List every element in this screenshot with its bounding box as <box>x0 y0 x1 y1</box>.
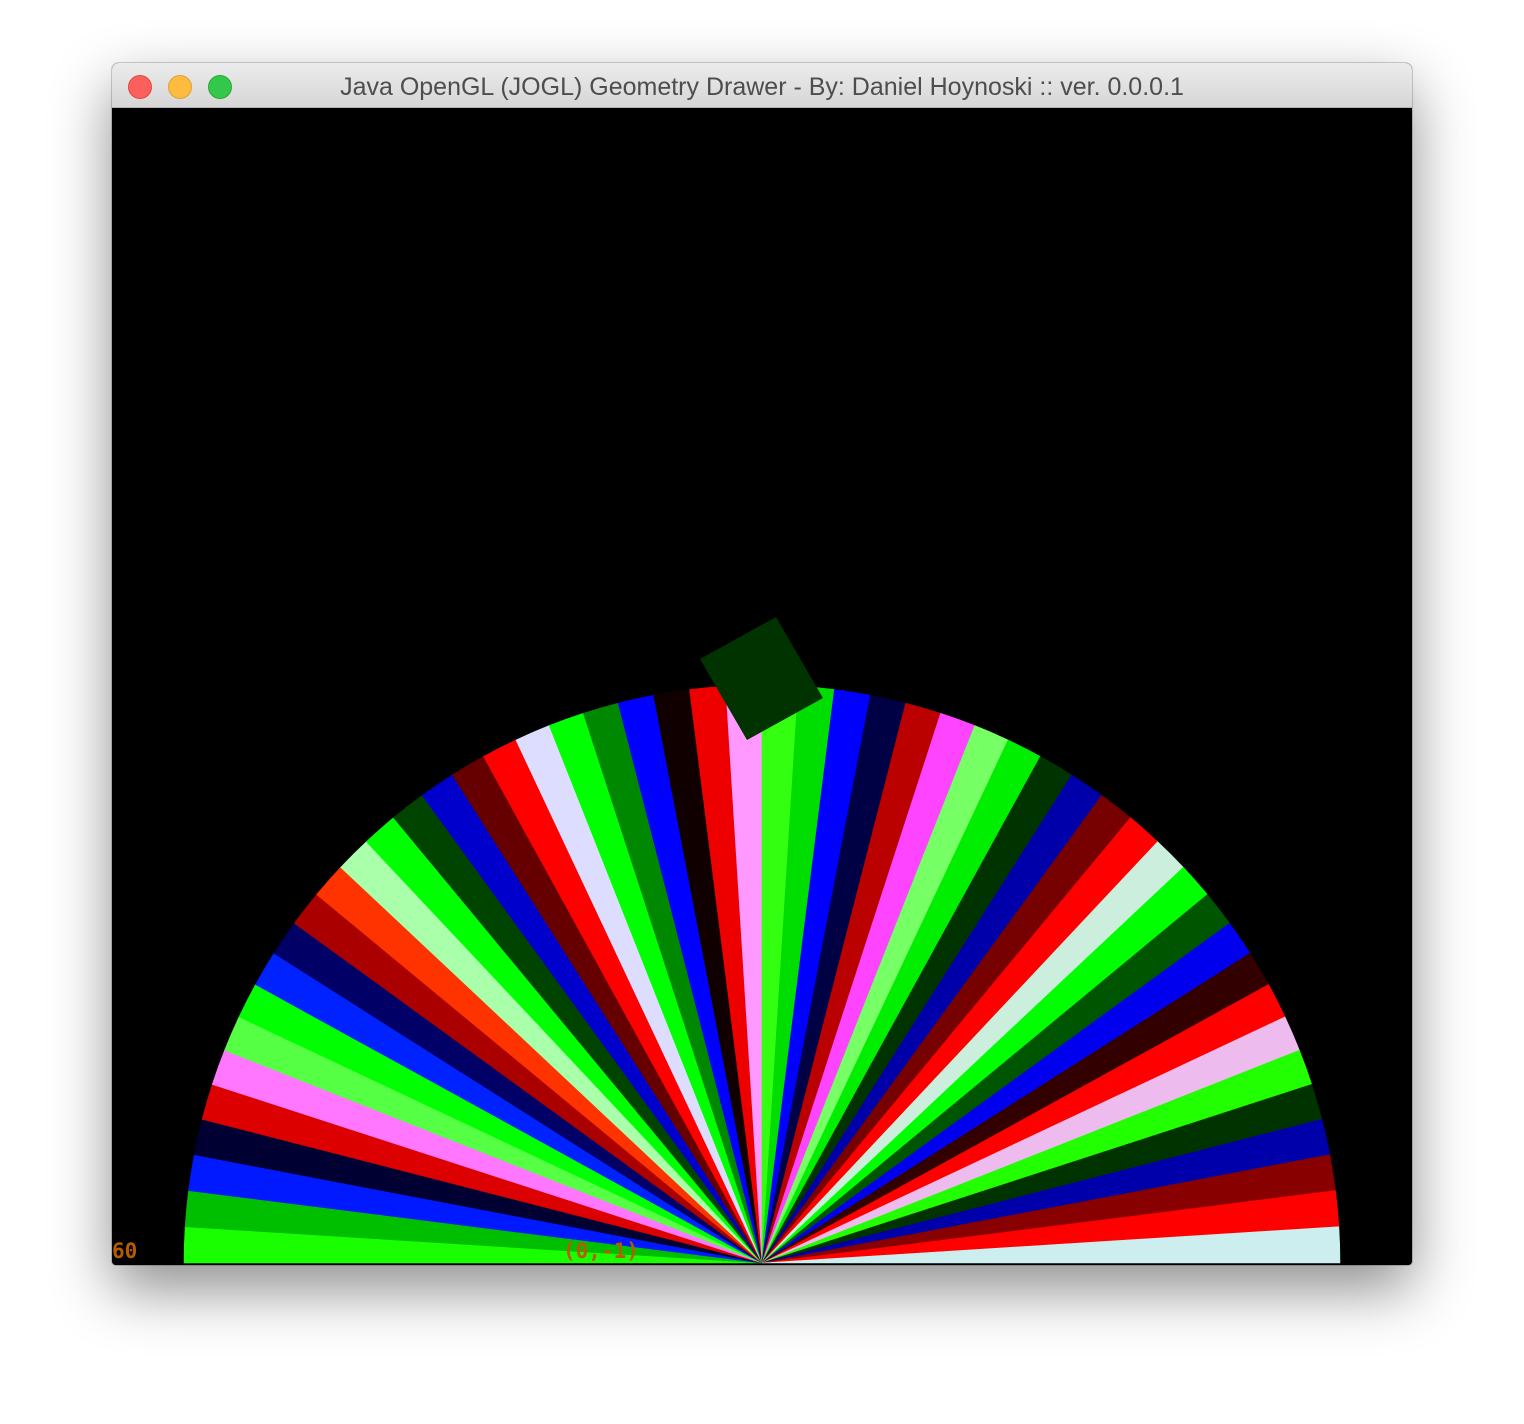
opengl-canvas[interactable]: 60 (0,-1) <box>112 108 1412 1265</box>
window-title: Java OpenGL (JOGL) Geometry Drawer - By:… <box>340 73 1184 101</box>
fps-counter: 60 <box>112 1239 138 1263</box>
title-bar[interactable]: Java OpenGL (JOGL) Geometry Drawer - By:… <box>112 63 1412 108</box>
coordinate-readout: (0,-1) <box>563 1239 639 1263</box>
semicircle-fan <box>183 684 1341 1264</box>
app-window: Java OpenGL (JOGL) Geometry Drawer - By:… <box>112 63 1412 1265</box>
geometry-scene <box>183 617 1341 1264</box>
